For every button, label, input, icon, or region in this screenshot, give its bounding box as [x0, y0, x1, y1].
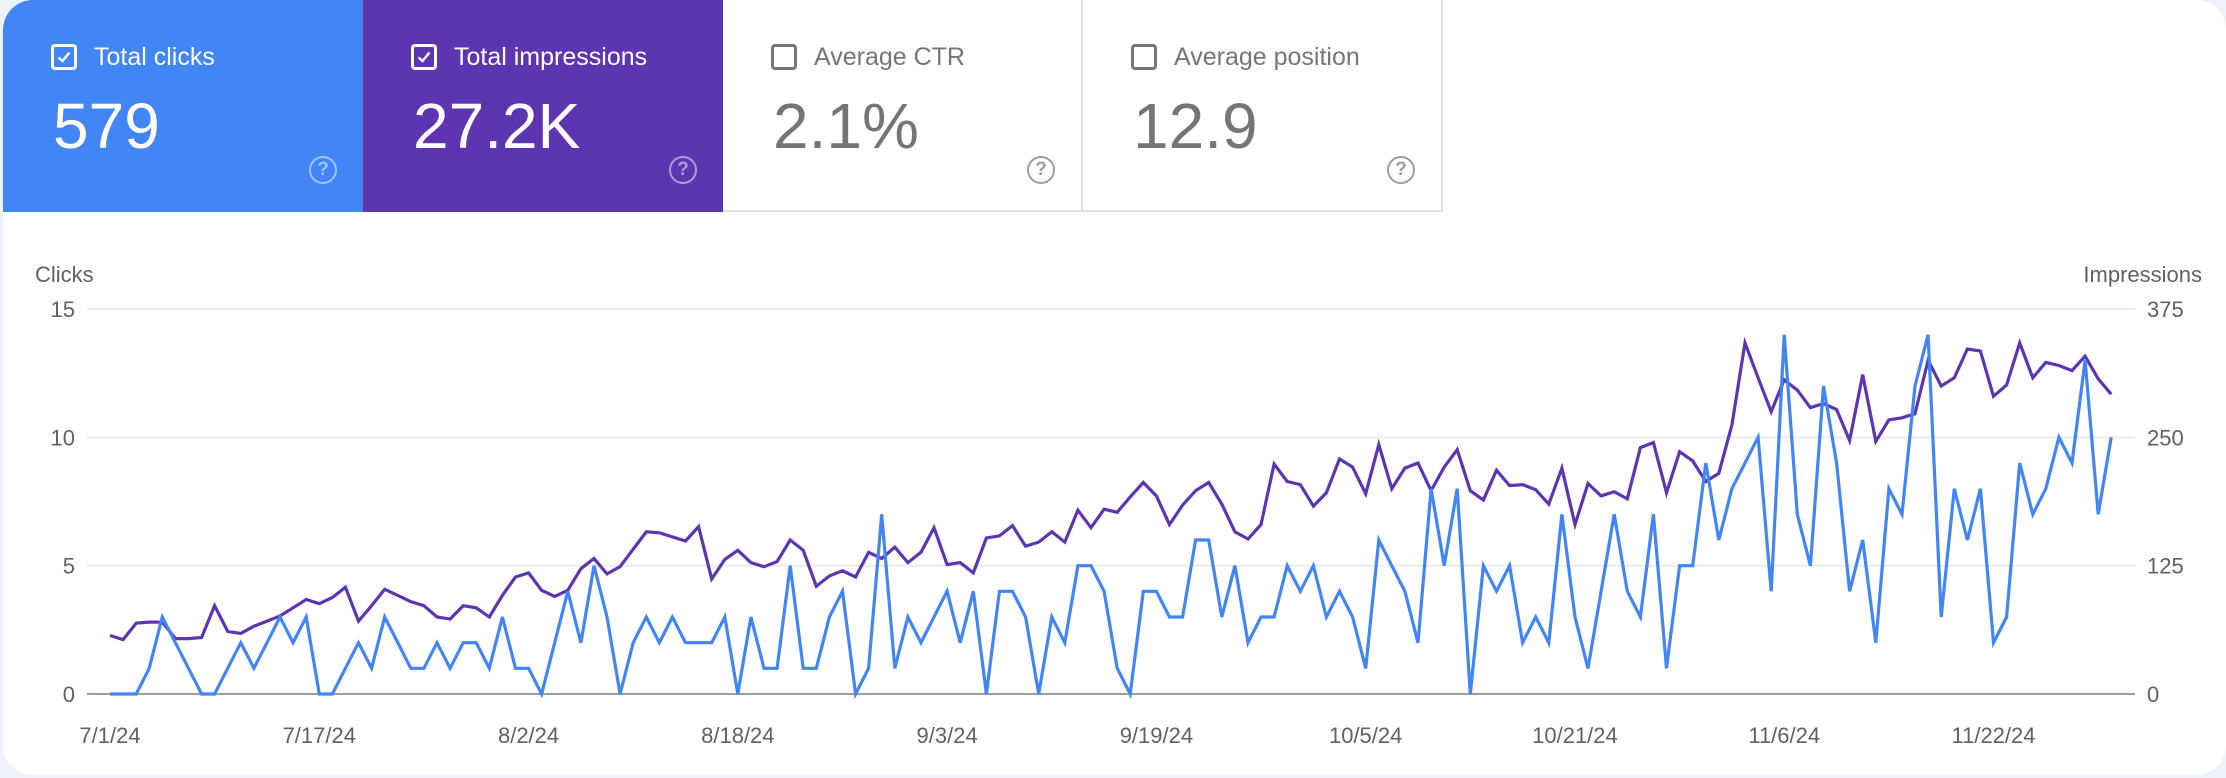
- right-tick-label: 250: [2147, 425, 2184, 450]
- x-tick-label: 11/6/24: [1748, 723, 1820, 748]
- clicks-line[interactable]: [110, 334, 2113, 700]
- x-tick-label: 9/19/24: [1120, 723, 1193, 748]
- series-lines: [109, 334, 2113, 700]
- right-tick-label: 375: [2147, 297, 2184, 322]
- right-axis-ticks: 0 125 250 375: [2147, 297, 2184, 707]
- right-tick-label: 125: [2147, 554, 2184, 579]
- x-axis-ticks: 7/1/24 7/17/24 8/2/24 8/18/24 9/3/24 9/19/24 1…: [79, 723, 2035, 748]
- series-impressions: [109, 336, 2113, 642]
- left-tick-label: 0: [63, 682, 75, 707]
- right-tick-label: 0: [2147, 682, 2159, 707]
- x-tick-label: 10/21/24: [1532, 723, 1618, 748]
- left-tick-label: 10: [51, 425, 75, 450]
- left-axis-ticks: 0 5 10 15: [51, 297, 75, 707]
- x-tick-label: 7/1/24: [79, 723, 140, 748]
- x-tick-label: 8/2/24: [498, 723, 559, 748]
- x-tick-label: 11/22/24: [1952, 723, 2036, 748]
- left-tick-label: 5: [63, 554, 75, 579]
- performance-chart: Clicks Impressions 0 5 10 15 0 125 250 375 7/1…: [0, 0, 2226, 778]
- right-axis-title: Impressions: [2083, 262, 2202, 287]
- left-axis-title: Clicks: [35, 262, 94, 287]
- x-tick-label: 9/3/24: [917, 723, 978, 748]
- left-tick-label: 15: [51, 297, 75, 322]
- line-chart: Clicks Impressions 0 5 10 15 0 125 250 375 7/1…: [35, 262, 2202, 748]
- x-tick-label: 8/18/24: [701, 723, 774, 748]
- series-clicks: [109, 334, 2113, 700]
- impressions-line[interactable]: [109, 336, 2113, 642]
- x-tick-label: 10/5/24: [1329, 723, 1402, 748]
- x-tick-label: 7/17/24: [283, 723, 356, 748]
